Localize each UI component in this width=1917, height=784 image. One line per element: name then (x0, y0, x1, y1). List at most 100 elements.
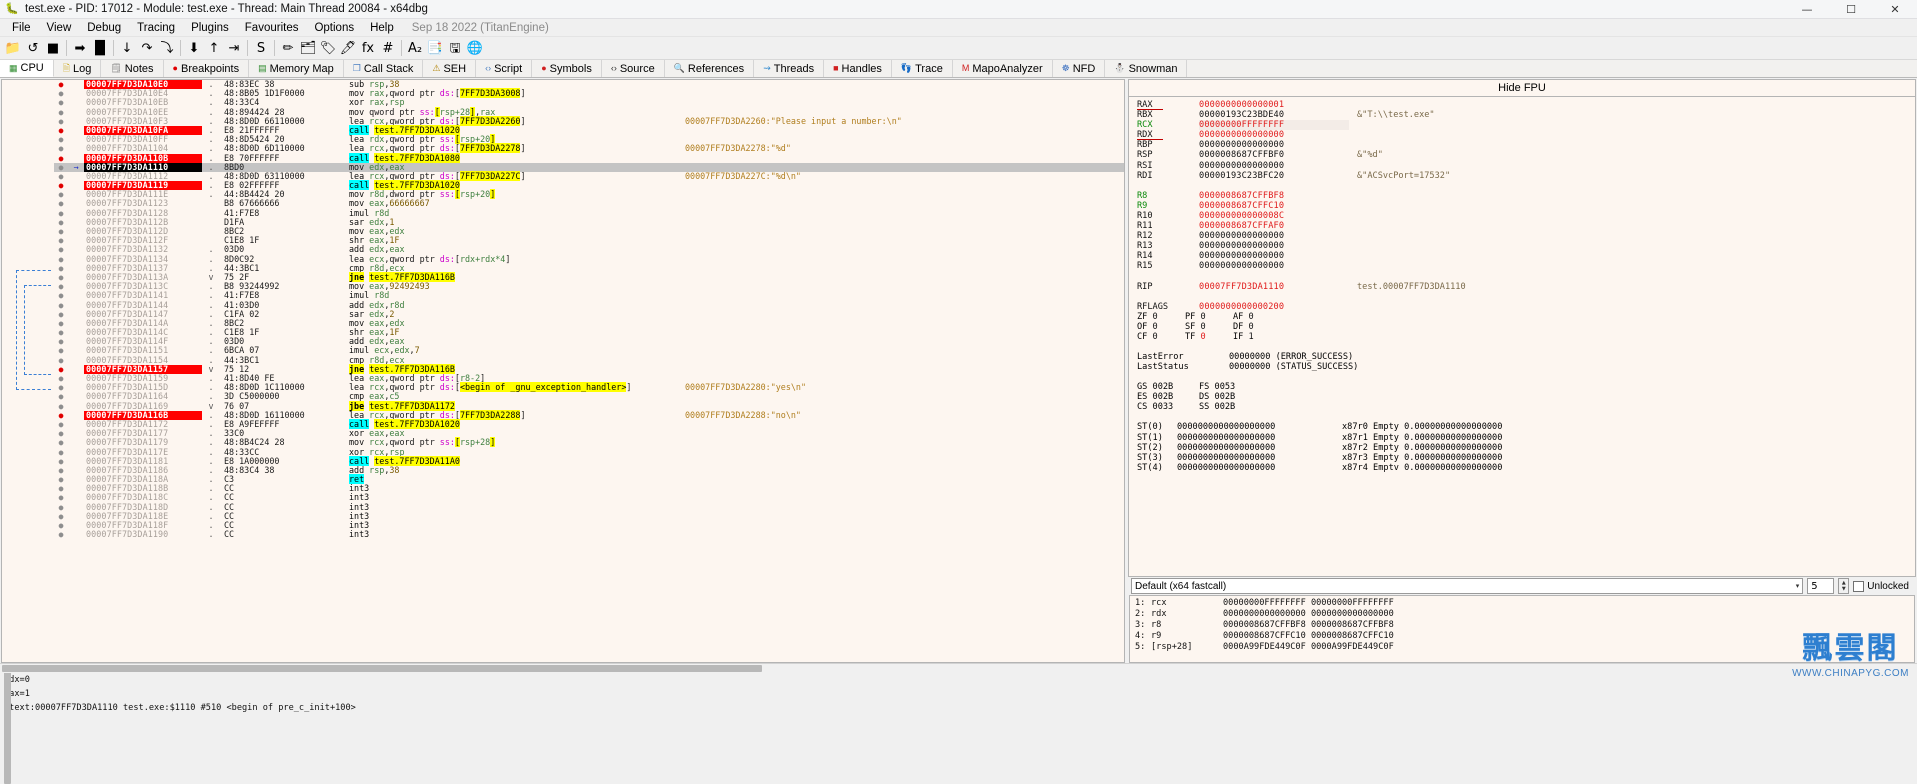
segment-gs[interactable]: GS 002B (1137, 382, 1199, 392)
disassembly-row[interactable]: ● 00007FF7D3DA118A. C3 ret (54, 474, 1124, 485)
disassembly-row[interactable]: ● 00007FF7D3DA1134. 8D0C92 lea ecx,qword pt… (54, 254, 1124, 264)
disassembly-row[interactable]: ● 00007FF7D3DA118F. CC int3 (54, 520, 1124, 530)
last-error-row[interactable]: LastError 00000000 (ERROR_SUCCESS) (1137, 352, 1915, 362)
breakpoint-icon[interactable]: ● (54, 181, 68, 190)
breakpoint-slot-icon[interactable]: ● (54, 475, 68, 484)
disassembly-row[interactable]: ● 00007FF7D3DA1119. E8 02FFFFFF call test.7… (54, 180, 1124, 191)
register-row[interactable]: RBX 00000193C23BDE40 &"T:\\test.exe" (1137, 110, 1915, 120)
argument-row[interactable]: 5: [rsp+28] 0000A99FDE449C0F 0000A99FDE449… (1135, 642, 1914, 653)
disassembly-row[interactable]: ● 00007FF7D3DA1190. CC int3 (54, 529, 1124, 539)
disassembly-row[interactable]: ● 00007FF7D3DA117E. 48:33CC xor rcx,rsp (54, 447, 1124, 457)
flag-cf[interactable]: CF 0 (1137, 332, 1185, 342)
breakpoint-slot-icon[interactable]: ● (54, 218, 68, 227)
breakpoint-slot-icon[interactable]: ● (54, 282, 68, 291)
breakpoint-slot-icon[interactable]: ● (54, 108, 68, 117)
breakpoint-icon[interactable]: ● (54, 365, 68, 374)
hide-fpu-toggle[interactable]: Hide FPU (1128, 79, 1916, 96)
flag-row[interactable]: OF 0 SF 0 DF 0 (1137, 322, 1915, 332)
disassembly-row[interactable]: ● 00007FF7D3DA118D. CC int3 (54, 502, 1124, 512)
label-icon[interactable]: 🏷 (318, 38, 338, 58)
disassembly-row[interactable]: ● 00007FF7D3DA1181. E8 1A000000 call test.7… (54, 455, 1124, 466)
flag-sf[interactable]: SF 0 (1185, 322, 1233, 332)
tab-cpu[interactable]: ▦ CPU (0, 60, 54, 77)
disassembly-row[interactable]: ● 00007FF7D3DA10EE. 48:894424 28 mov qword … (54, 106, 1124, 117)
disassembly-row[interactable]: ● 00007FF7D3DA1104. 48:8D0D 6D110000 lea rc… (54, 143, 1124, 154)
disassembly-row[interactable]: ● 00007FF7D3DA10FA. E8 21FFFFFF call test.7… (54, 124, 1124, 136)
breakpoint-slot-icon[interactable]: ● (54, 438, 68, 447)
register-row[interactable]: RSP 0000008687CFFBF0 &"%d" (1137, 150, 1915, 160)
breakpoint-slot-icon[interactable]: ● (54, 199, 68, 208)
register-row[interactable]: R12 0000000000000000 (1137, 231, 1915, 241)
tab-source[interactable]: ‹› Source (602, 60, 665, 77)
menu-debug[interactable]: Debug (79, 21, 129, 35)
disassembly-row[interactable]: ● 00007FF7D3DA112D 8BC2 mov eax,edx (54, 226, 1124, 236)
disassembly-row[interactable]: ● 00007FF7D3DA1169 v 76 07 jbe test.7FF7D3DA… (54, 400, 1124, 411)
argument-row[interactable]: 4: r9 0000008687CFFC10 0000008687CFFC10 (1135, 631, 1914, 642)
registers-view[interactable]: RAX 0000000000000001 RBX 00000193C23BDE40 &"… (1128, 96, 1916, 577)
breakpoint-slot-icon[interactable]: ● (54, 89, 68, 98)
function-icon[interactable]: fx (358, 38, 378, 58)
breakpoint-slot-icon[interactable]: ● (54, 117, 68, 126)
register-row[interactable]: R13 0000000000000000 (1137, 241, 1915, 251)
segment-ds[interactable]: DS 002B (1199, 392, 1235, 402)
disassembly-row[interactable]: ● 00007FF7D3DA1112. 48:8D0D 63110000 lea rc… (54, 170, 1124, 181)
horizontal-scrollbar[interactable] (0, 663, 1917, 673)
run-to-user-code-icon[interactable]: ⇥ (224, 38, 244, 58)
arg-count-input[interactable]: 5 (1807, 578, 1835, 594)
breakpoint-slot-icon[interactable]: ● (54, 144, 68, 153)
disassembly-row[interactable]: ● 00007FF7D3DA116B. 48:8D0D 16110000 lea rc… (54, 409, 1124, 420)
tab-log[interactable]: 🗎 Log (54, 60, 102, 77)
tab-references[interactable]: 🔍 References (665, 60, 755, 77)
last-error-row[interactable]: LastStatus 00000000 (STATUS_SUCCESS) (1137, 362, 1915, 372)
disassembly-row[interactable]: ● 00007FF7D3DA1141. 41:F7E8 imul r8d (54, 291, 1124, 301)
register-row[interactable]: RDX 0000000000000000 (1137, 130, 1915, 141)
run-to-icon[interactable]: ⬇ (184, 38, 204, 58)
breakpoint-slot-icon[interactable]: ● (54, 163, 68, 172)
breakpoint-slot-icon[interactable]: ● (54, 337, 68, 346)
fpu-register-row[interactable]: ST(1) 0000000000000000000 x87r1 Empty 0.00… (1137, 433, 1915, 443)
checkbox-box[interactable] (1853, 580, 1865, 592)
tab-handles[interactable]: ■ Handles (824, 60, 892, 77)
menu-view[interactable]: View (39, 21, 80, 35)
breakpoint-slot-icon[interactable]: ● (54, 291, 68, 300)
argument-row[interactable]: 3: r8 0000008687CFFBF8 0000008687CFFBF8 (1135, 620, 1914, 631)
breakpoint-slot-icon[interactable]: ● (54, 466, 68, 475)
hash-icon[interactable]: # (378, 38, 398, 58)
close-button[interactable]: ✕ (1873, 0, 1917, 18)
breakpoint-slot-icon[interactable]: ● (54, 98, 68, 107)
flag-pf[interactable]: PF 0 (1185, 312, 1233, 322)
register-row[interactable]: R11 0000008687CFFAF0 (1137, 221, 1915, 231)
tab-breakpoints[interactable]: ● Breakpoints (164, 60, 250, 77)
flag-zf[interactable]: ZF 0 (1137, 312, 1185, 322)
breakpoint-slot-icon[interactable]: ● (54, 135, 68, 144)
call-convention-select[interactable]: Default (x64 fastcall) ▾ (1131, 578, 1804, 594)
tab-call-stack[interactable]: ❐ Call Stack (344, 60, 424, 77)
stop-icon[interactable]: ■ (43, 38, 63, 58)
flag-of[interactable]: OF 0 (1137, 322, 1185, 332)
disassembly-row[interactable]: ● 00007FF7D3DA10E0. 48:83EC 38 sub rsp,38 (54, 80, 1124, 90)
skip-icon[interactable]: S (251, 38, 271, 58)
menu-options[interactable]: Options (306, 21, 362, 35)
disassembly-row[interactable]: ● 00007FF7D3DA1147. C1FA 02 sar edx,2 (54, 309, 1124, 319)
register-row[interactable]: R15 0000000000000000 (1137, 261, 1915, 271)
step-over-icon[interactable]: ↷ (137, 38, 157, 58)
register-row[interactable]: R14 0000000000000000 (1137, 251, 1915, 261)
breakpoint-slot-icon[interactable]: ● (54, 392, 68, 401)
flag-if[interactable]: IF 1 (1233, 332, 1281, 342)
breakpoint-slot-icon[interactable]: ● (54, 402, 68, 411)
segment-row[interactable]: CS 0033 SS 002B (1137, 402, 1915, 412)
run-icon[interactable]: ➡ (70, 38, 90, 58)
register-row[interactable]: RCX 00000000FFFFFFFF (1137, 120, 1915, 131)
disassembly-row[interactable]: ● 00007FF7D3DA1164. 3D C5000000 cmp eax,c5 (54, 392, 1124, 402)
tab-memory-map[interactable]: ▤ Memory Map (249, 60, 344, 77)
breakpoint-slot-icon[interactable]: ● (54, 255, 68, 264)
segment-es[interactable]: ES 002B (1137, 392, 1199, 402)
disassembly-row[interactable]: ● 00007FF7D3DA113A v 75 2F jne test.7FF7D3DA… (54, 271, 1124, 282)
font-icon[interactable]: A₂ (405, 38, 425, 58)
pause-icon[interactable]: ▐▌ (90, 38, 110, 58)
breakpoint-slot-icon[interactable]: ● (54, 301, 68, 310)
calculator-icon[interactable]: 🖫 (445, 38, 465, 58)
disassembly-row[interactable]: ● 00007FF7D3DA1186. 48:83C4 38 add rsp,38 (54, 465, 1124, 475)
minimize-button[interactable]: — (1785, 0, 1829, 18)
breakpoint-slot-icon[interactable]: ● (54, 328, 68, 337)
